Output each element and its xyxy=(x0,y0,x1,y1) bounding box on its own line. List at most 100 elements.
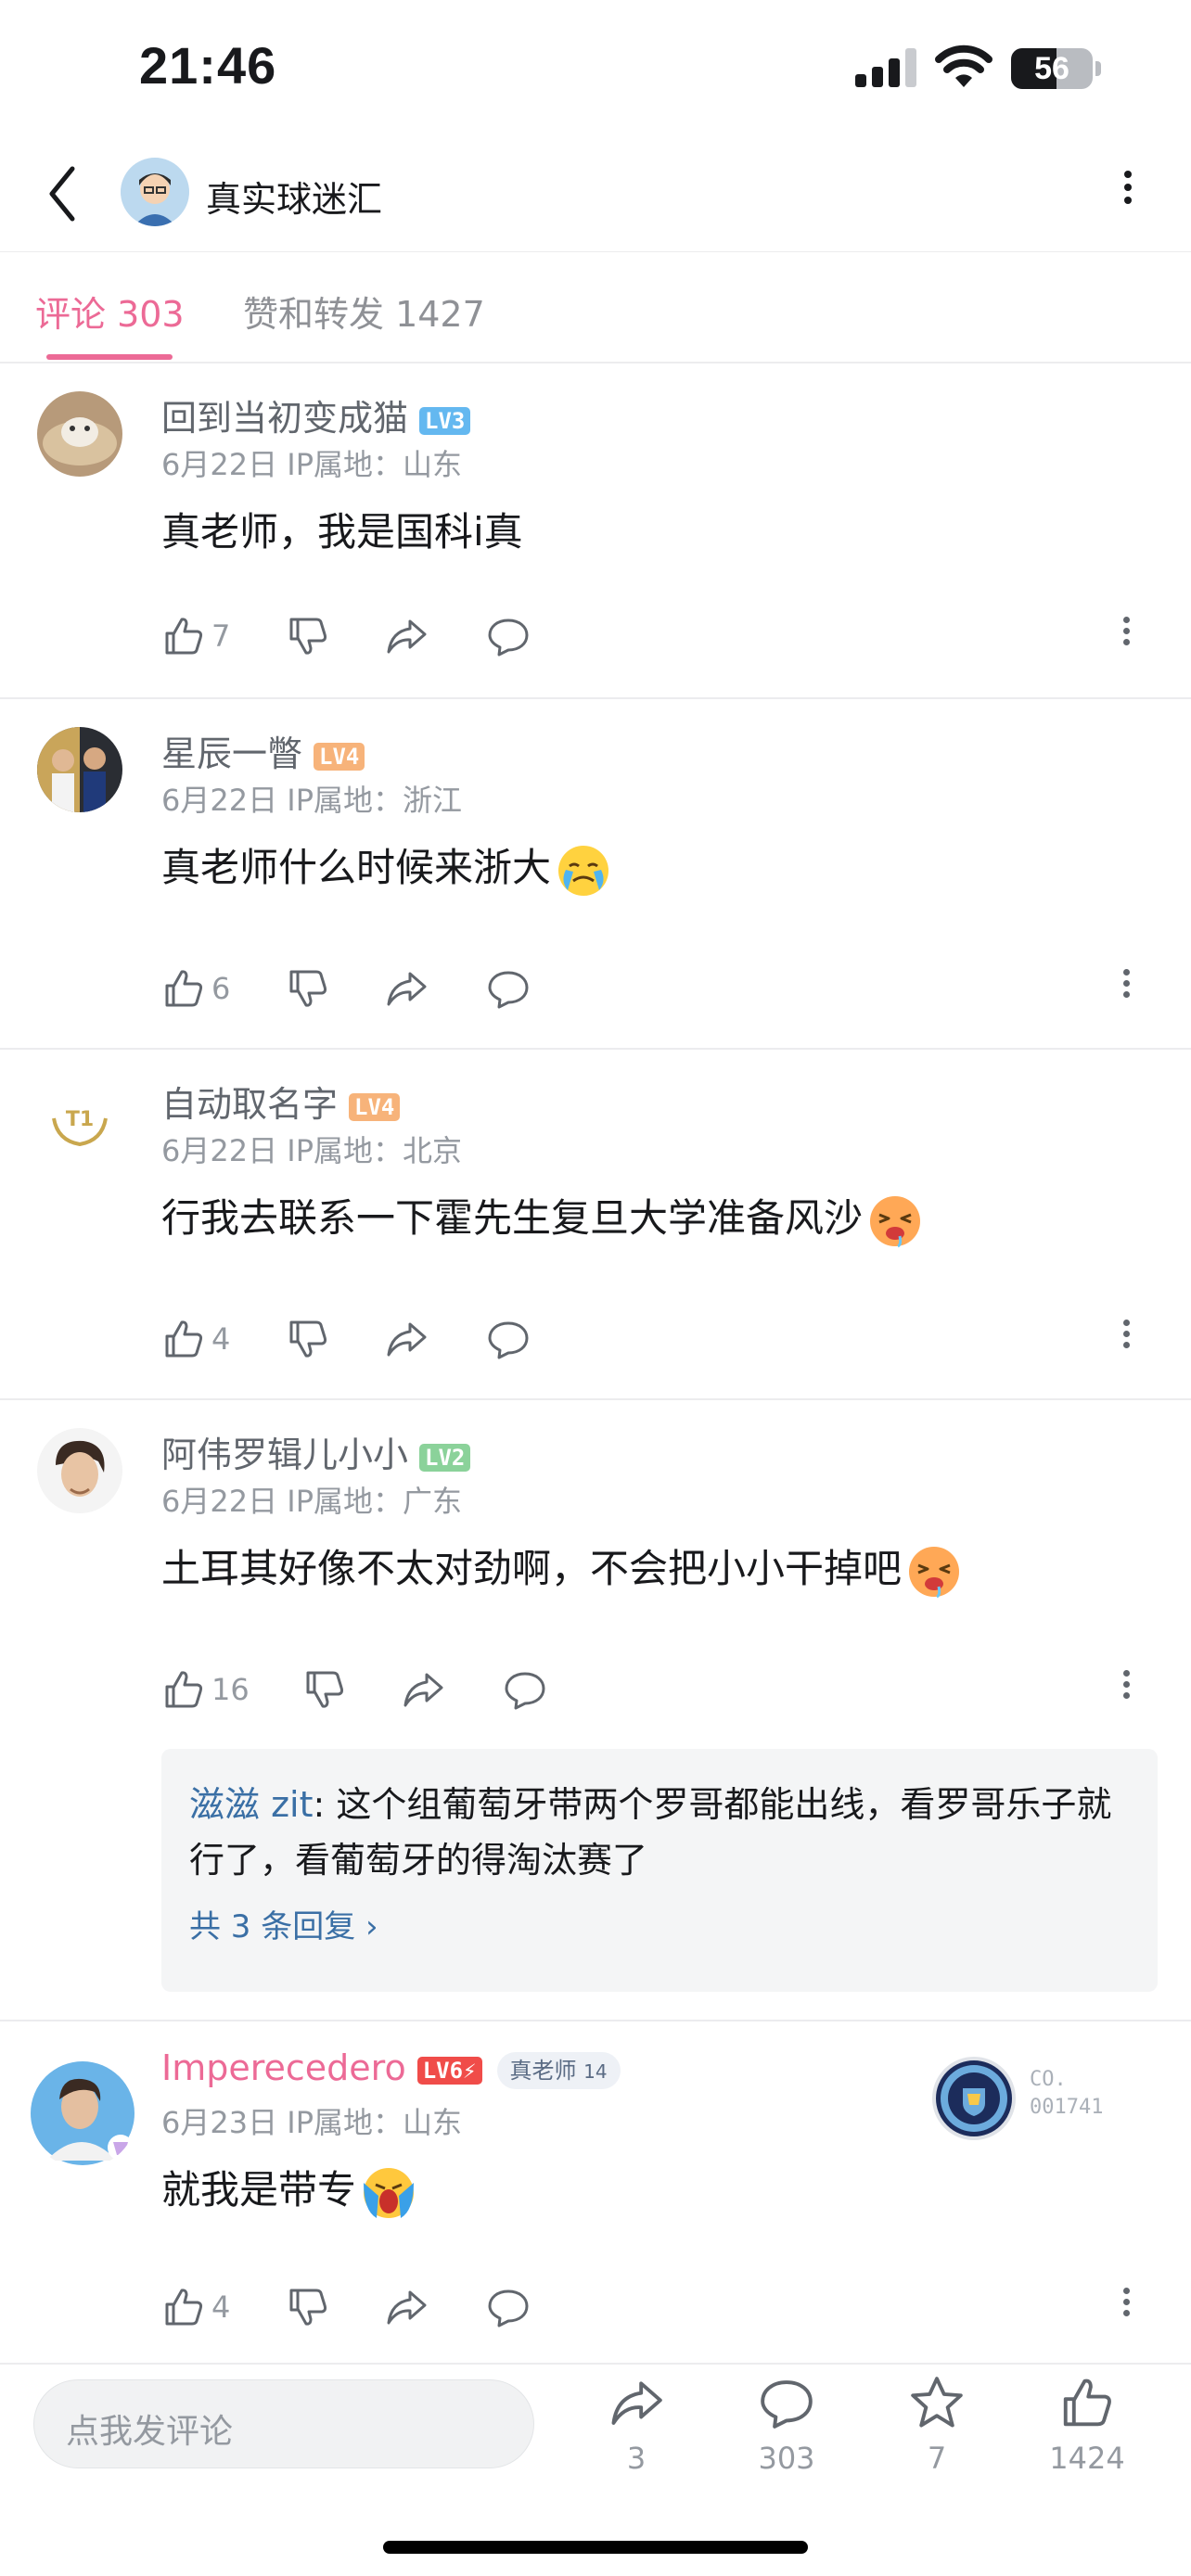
drooling-face-emoji-icon xyxy=(905,1543,963,1600)
share-button[interactable] xyxy=(384,961,429,1016)
share-icon xyxy=(384,966,429,1011)
home-indicator xyxy=(383,2541,808,2554)
share-button[interactable] xyxy=(384,608,429,664)
reply-bubble-icon xyxy=(486,614,531,658)
user-avatar[interactable] xyxy=(37,391,122,477)
comment-meta: 6月22日 IP属地：山东 xyxy=(161,447,462,482)
dislike-button[interactable] xyxy=(286,2279,330,2335)
comment-item: T1 自动取名字 LV4 6月22日 IP属地：北京 行我去联系一下霍先生复旦大学… xyxy=(0,1050,1191,1400)
level-badge: LV6⚡ xyxy=(416,2056,482,2085)
thumbs-down-icon xyxy=(302,1667,347,1712)
fan-tag-level: 14 xyxy=(583,2060,608,2083)
active-tab-indicator xyxy=(46,354,173,360)
thumbs-down-icon xyxy=(286,2285,330,2329)
reply-button[interactable] xyxy=(486,608,531,664)
drooling-face-emoji-icon xyxy=(866,1192,924,1250)
tab-likes-reposts[interactable]: 赞和转发 1427 xyxy=(243,286,485,337)
username[interactable]: Imperecedero LV6⚡ 真老师 14 xyxy=(161,2047,621,2089)
username[interactable]: 自动取名字 LV4 xyxy=(161,1076,401,1127)
username[interactable]: 回到当初变成猫 LV3 xyxy=(161,389,471,440)
dislike-button[interactable] xyxy=(286,608,330,664)
comment-item: 星辰一瞥 LV4 6月22日 IP属地：浙江 真老师什么时候来浙大 6 xyxy=(0,699,1191,1050)
like-count: 1424 xyxy=(1049,2441,1125,2476)
thumbs-up-icon xyxy=(161,966,206,1011)
like-count: 6 xyxy=(211,971,231,1006)
thumbs-up-icon xyxy=(1058,2374,1116,2431)
like-count: 16 xyxy=(211,1672,250,1707)
back-arrow-icon[interactable] xyxy=(41,161,85,226)
comment-text: 真老师，我是国科i真 xyxy=(161,509,523,555)
thumbs-up-icon xyxy=(161,2285,206,2329)
level-badge: LV3 xyxy=(419,406,471,435)
user-avatar[interactable]: T1 xyxy=(37,1078,122,1163)
comment-actions: 16 xyxy=(161,1662,1163,1717)
comment-more-icon[interactable] xyxy=(1117,612,1135,650)
comment-actions: 4 xyxy=(161,2279,1163,2335)
share-icon xyxy=(608,2374,665,2431)
comment-more-icon[interactable] xyxy=(1117,2283,1135,2321)
status-time: 21:46 xyxy=(139,36,277,95)
user-avatar[interactable] xyxy=(37,727,122,812)
screaming-crying-face-emoji-icon xyxy=(360,2164,417,2222)
bottom-share-button[interactable]: 3 xyxy=(581,2374,692,2476)
share-button[interactable] xyxy=(384,1311,429,1367)
cellular-signal-icon xyxy=(855,48,916,87)
share-button[interactable] xyxy=(401,1662,445,1717)
user-avatar[interactable] xyxy=(28,2059,137,2168)
view-all-replies-link[interactable]: 共 3 条回复 › xyxy=(189,1901,1130,1946)
like-button[interactable]: 4 xyxy=(161,2279,230,2335)
bottom-comment-button[interactable]: 303 xyxy=(731,2374,842,2476)
like-button[interactable]: 4 xyxy=(161,1311,230,1367)
author-avatar[interactable] xyxy=(121,158,189,226)
reply-button[interactable] xyxy=(486,1311,531,1367)
replies-preview[interactable]: 滋滋 zit: 这个组葡萄牙带两个罗哥都能出线，看罗哥乐子就行了，看葡萄牙的得淘… xyxy=(161,1749,1158,1992)
comment-actions: 7 xyxy=(161,608,1163,664)
reply-bubble-icon xyxy=(486,966,531,1011)
comment-text-content: 土耳其好像不太对劲啊，不会把小小干掉吧 xyxy=(161,1546,903,1591)
reply-content: : 这个组葡萄牙带两个罗哥都能出线，看罗哥乐子就行了，看葡萄牙的得淘汰赛了 xyxy=(189,1784,1112,1881)
thumbs-up-icon xyxy=(161,614,206,658)
dislike-button[interactable] xyxy=(286,1311,330,1367)
reply-button[interactable] xyxy=(486,961,531,1016)
like-button[interactable]: 6 xyxy=(161,961,230,1016)
thumbs-up-icon xyxy=(161,1317,206,1361)
dislike-button[interactable] xyxy=(286,961,330,1016)
comment-meta: 6月22日 IP属地：北京 xyxy=(161,1133,462,1168)
dislike-button[interactable] xyxy=(302,1662,347,1717)
thumbs-down-icon xyxy=(286,966,330,1011)
page-title: 真实球迷汇 xyxy=(206,179,383,220)
more-options-icon[interactable] xyxy=(1109,165,1146,224)
bottom-favorite-button[interactable]: 7 xyxy=(881,2374,992,2476)
username[interactable]: 星辰一瞥 LV4 xyxy=(161,725,365,776)
reply-button[interactable] xyxy=(486,2279,531,2335)
bottom-action-bar: 点我发评论 3 303 7 1424 xyxy=(0,2363,1191,2576)
tab-comments[interactable]: 评论 303 xyxy=(35,286,185,337)
user-avatar[interactable] xyxy=(37,1428,122,1513)
like-button[interactable]: 7 xyxy=(161,608,230,664)
comment-input[interactable]: 点我发评论 xyxy=(33,2379,534,2468)
comment-meta: 6月22日 IP属地：浙江 xyxy=(161,783,462,818)
comment-text: 就我是带专 xyxy=(161,2159,417,2222)
comment-more-icon[interactable] xyxy=(1117,1315,1135,1353)
battery-level: 56 xyxy=(1034,51,1069,86)
comment-more-icon[interactable] xyxy=(1117,964,1135,1002)
fan-number-line1: CO. xyxy=(1030,2068,1067,2091)
like-count: 7 xyxy=(211,618,231,654)
comment-text: 行我去联系一下霍先生复旦大学准备风沙 xyxy=(161,1187,924,1250)
share-button[interactable] xyxy=(384,2279,429,2335)
man-city-badge-icon xyxy=(932,2057,1016,2140)
share-icon xyxy=(384,2285,429,2329)
share-icon xyxy=(384,614,429,658)
nav-header: 真实球迷汇 xyxy=(0,139,1191,252)
fan-tag[interactable]: 真老师 14 xyxy=(496,2051,621,2089)
comment-more-icon[interactable] xyxy=(1117,1665,1135,1703)
bottom-like-button[interactable]: 1424 xyxy=(1031,2374,1143,2476)
username[interactable]: 阿伟罗辑儿小小 LV2 xyxy=(161,1426,471,1477)
reply-bubble-icon xyxy=(503,1667,547,1712)
comment-actions: 6 xyxy=(161,961,1163,1016)
level-badge: LV4 xyxy=(349,1092,401,1121)
star-icon xyxy=(908,2374,966,2431)
like-button[interactable]: 16 xyxy=(161,1662,250,1717)
reply-username[interactable]: 滋滋 zit xyxy=(189,1784,313,1825)
reply-button[interactable] xyxy=(503,1662,547,1717)
